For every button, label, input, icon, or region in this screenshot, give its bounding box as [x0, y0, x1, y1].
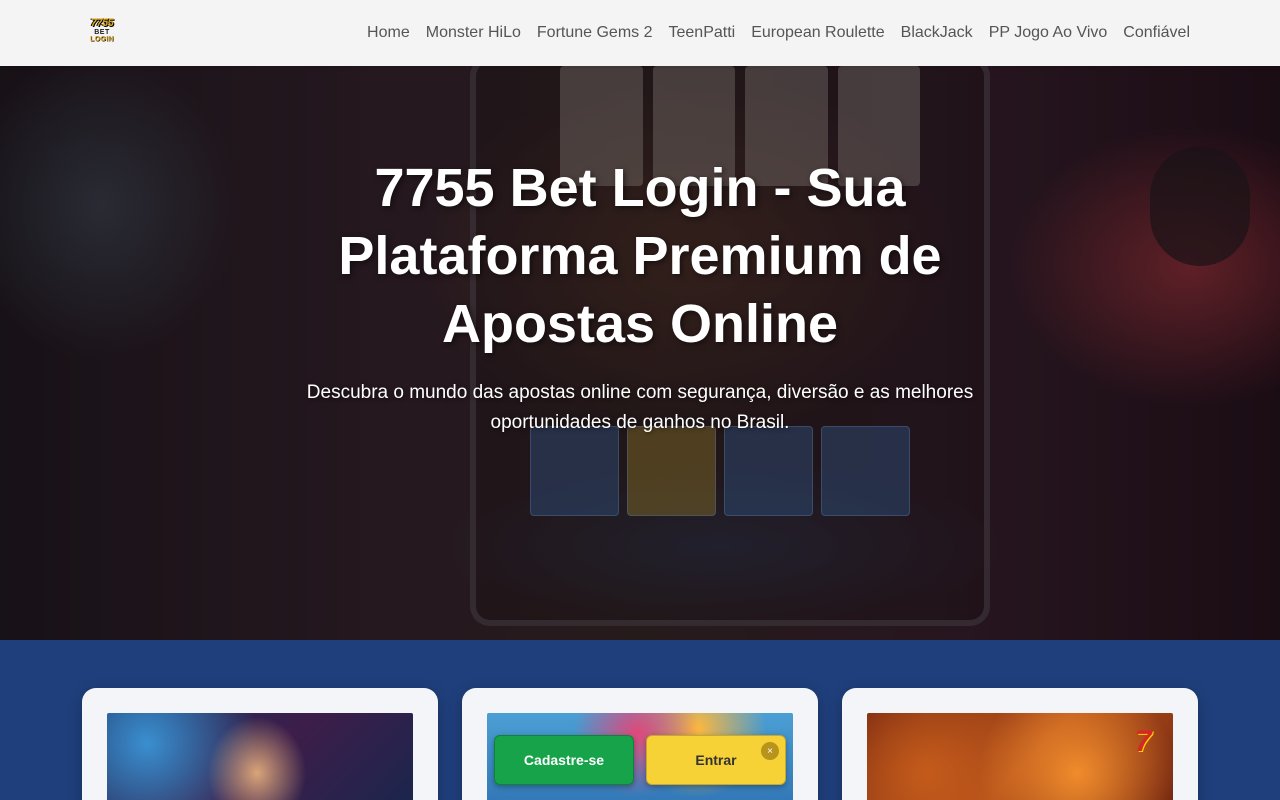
nav-fortune-gems-2[interactable]: Fortune Gems 2	[537, 24, 653, 42]
hero-subtitle: Descubra o mundo das apostas online com …	[306, 382, 974, 433]
nav-confiavel[interactable]: Confiável	[1123, 24, 1190, 42]
nav-monster-hilo[interactable]: Monster HiLo	[426, 24, 521, 42]
nav-european-roulette[interactable]: European Roulette	[751, 24, 884, 42]
hero-section: 7755 Bet Login - Sua Plataforma Premium …	[0, 66, 1280, 640]
nav-teenpatti[interactable]: TeenPatti	[669, 24, 736, 42]
register-button[interactable]: Cadastre-se	[494, 735, 634, 785]
logo-line-1: 7755	[90, 17, 114, 29]
game-card[interactable]: 7	[842, 688, 1198, 800]
game-cards: 7	[82, 688, 1198, 800]
site-logo[interactable]: 7755 BET LOGIN	[87, 18, 117, 46]
nav-blackjack[interactable]: BlackJack	[901, 24, 973, 42]
close-icon[interactable]: ×	[761, 742, 779, 760]
nav-home[interactable]: Home	[367, 24, 410, 42]
seven-badge: 7	[1135, 725, 1152, 758]
fox-slot-image[interactable]: 7	[867, 713, 1173, 800]
hero-title: 7755 Bet Login - Sua Plataforma Premium …	[338, 158, 942, 354]
nav-pp-jogo-ao-vivo[interactable]: PP Jogo Ao Vivo	[989, 24, 1108, 42]
logo-line-2: BET	[94, 29, 110, 36]
game-card[interactable]	[82, 688, 438, 800]
casino-woman-image[interactable]	[107, 713, 413, 800]
site-header: 7755 BET LOGIN Home Monster HiLo Fortune…	[0, 0, 1280, 66]
logo-line-3: LOGIN	[90, 36, 114, 43]
main-nav: Home Monster HiLo Fortune Gems 2 TeenPat…	[367, 0, 1190, 66]
